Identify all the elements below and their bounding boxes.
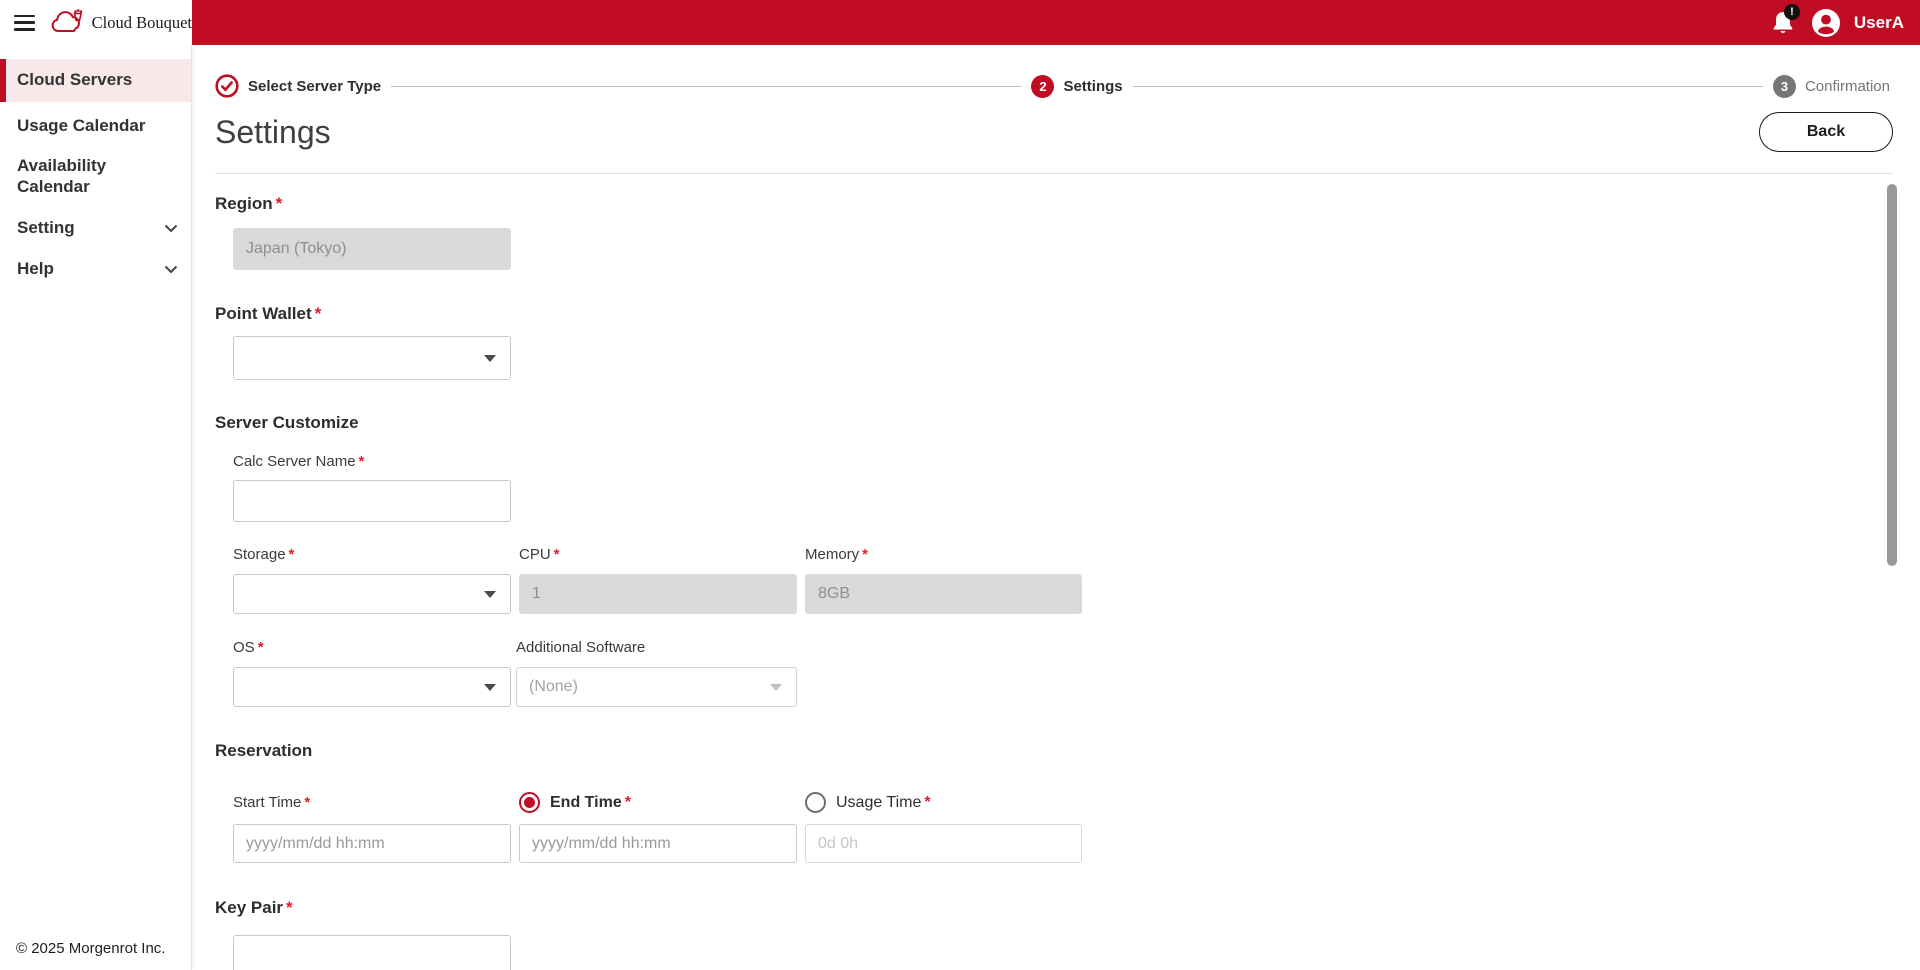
sidebar-item-label: Usage Calendar — [17, 116, 146, 137]
memory-label: Memory* — [805, 546, 1082, 563]
reservation-heading: Reservation — [215, 741, 1893, 761]
main-content: Select Server Type 2 Settings 3 Confirma… — [192, 45, 1920, 970]
usage-time-radio[interactable] — [805, 792, 826, 813]
required-mark: * — [315, 304, 322, 323]
sidebar-item-label: Availability Calendar — [17, 156, 178, 197]
copyright-text: © 2025 Morgenrot Inc. — [16, 940, 165, 957]
section-divider — [215, 173, 1893, 174]
required-mark: * — [289, 546, 295, 563]
user-avatar-icon[interactable] — [1811, 8, 1841, 38]
storage-select[interactable] — [233, 574, 511, 614]
sidebar-item-label: Setting — [17, 218, 75, 239]
dropdown-caret-icon — [484, 355, 496, 362]
step-label: Select Server Type — [248, 78, 381, 95]
sidebar-item-cloud-servers[interactable]: Cloud Servers — [0, 59, 191, 102]
required-mark: * — [554, 546, 560, 563]
cloud-bouquet-logo-icon — [48, 9, 86, 36]
point-wallet-label: Point Wallet* — [215, 304, 1893, 324]
memory-input — [805, 574, 1082, 614]
os-label: OS* — [233, 639, 511, 656]
step-label: Confirmation — [1805, 78, 1890, 95]
notification-badge: ! — [1784, 4, 1800, 20]
additional-software-select: (None) — [516, 667, 797, 707]
region-label: Region* — [215, 194, 1893, 214]
required-mark: * — [924, 794, 930, 811]
dropdown-caret-icon — [770, 684, 782, 691]
sidebar-item-setting[interactable]: Setting — [0, 208, 191, 249]
additional-software-label: Additional Software — [516, 639, 797, 656]
sidebar: Cloud Servers Usage Calendar Availabilit… — [0, 45, 192, 970]
point-wallet-select[interactable] — [233, 336, 511, 380]
step-number: 3 — [1773, 75, 1796, 98]
step-number: 2 — [1031, 75, 1054, 98]
wizard-stepper: Select Server Type 2 Settings 3 Confirma… — [215, 74, 1890, 98]
key-pair-select[interactable] — [233, 935, 511, 970]
step-confirmation: 3 Confirmation — [1773, 75, 1890, 98]
logo-area: Cloud Bouquet — [0, 0, 192, 45]
required-mark: * — [258, 639, 264, 656]
step-label: Settings — [1063, 78, 1122, 95]
sidebar-item-label: Cloud Servers — [17, 70, 132, 91]
start-time-label: Start Time* — [233, 794, 310, 811]
check-circle-icon — [215, 74, 239, 98]
notifications-button[interactable]: ! — [1770, 8, 1798, 38]
calc-server-name-input[interactable] — [233, 480, 511, 522]
dropdown-caret-icon — [484, 684, 496, 691]
required-mark: * — [862, 546, 868, 563]
header-bar: ! UserA — [192, 0, 1920, 45]
brand-name: Cloud Bouquet — [92, 13, 192, 33]
app-header: Cloud Bouquet ! UserA — [0, 0, 1920, 45]
end-time-input[interactable] — [519, 824, 797, 863]
required-mark: * — [625, 794, 631, 811]
required-mark: * — [286, 898, 293, 917]
step-settings: 2 Settings — [1031, 75, 1122, 98]
end-time-radio[interactable] — [519, 792, 540, 813]
stepper-connector — [1133, 86, 1763, 87]
hamburger-menu-icon[interactable] — [14, 15, 35, 31]
chevron-down-icon — [164, 265, 178, 274]
vertical-scrollbar-thumb[interactable] — [1887, 184, 1897, 566]
usage-time-input — [805, 824, 1082, 863]
brand-logo[interactable]: Cloud Bouquet — [48, 9, 192, 36]
cpu-label: CPU* — [519, 546, 797, 563]
calc-server-name-label: Calc Server Name* — [233, 453, 1893, 470]
sidebar-item-label: Help — [17, 259, 54, 280]
key-pair-heading: Key Pair* — [215, 898, 1893, 918]
sidebar-item-availability-calendar[interactable]: Availability Calendar — [0, 146, 191, 207]
settings-form: Region* Point Wallet* Server Customize C… — [215, 194, 1893, 970]
username-label[interactable]: UserA — [1854, 13, 1904, 33]
region-input — [233, 228, 511, 270]
usage-time-label: Usage Time* — [836, 794, 931, 812]
step-select-server-type: Select Server Type — [215, 74, 381, 98]
chevron-down-icon — [164, 224, 178, 233]
page-title: Settings — [215, 114, 331, 151]
dropdown-caret-icon — [484, 591, 496, 598]
sidebar-item-help[interactable]: Help — [0, 249, 191, 290]
back-button[interactable]: Back — [1759, 112, 1893, 152]
cpu-input — [519, 574, 797, 614]
end-time-label: End Time* — [550, 794, 631, 812]
required-mark: * — [359, 453, 365, 470]
stepper-connector — [391, 86, 1021, 87]
storage-label: Storage* — [233, 546, 511, 563]
server-customize-heading: Server Customize — [215, 413, 1893, 433]
os-select[interactable] — [233, 667, 511, 707]
required-mark: * — [304, 794, 310, 811]
start-time-input[interactable] — [233, 824, 511, 863]
required-mark: * — [276, 194, 283, 213]
sidebar-item-usage-calendar[interactable]: Usage Calendar — [0, 106, 191, 147]
